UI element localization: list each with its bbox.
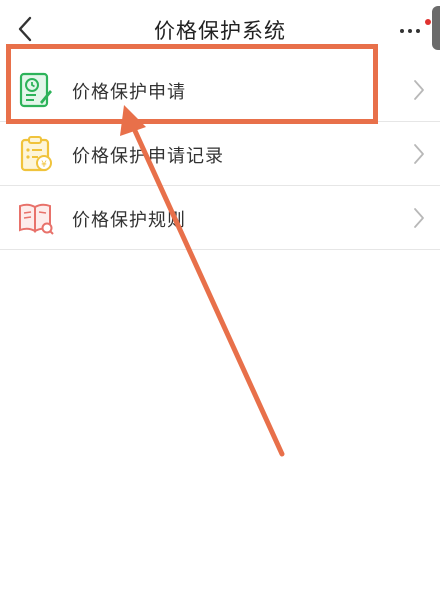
menu-item-label: 价格保护申请 <box>72 82 186 103</box>
chevron-right-icon <box>414 208 424 228</box>
page-title: 价格保护系统 <box>154 19 286 43</box>
rules-book-icon <box>19 203 54 235</box>
menu-item-label: 价格保护申请记录 <box>72 146 224 167</box>
apply-document-icon <box>19 72 52 108</box>
menu-list: 价格保护申请 ¥ 价格保护申请记录 价格保护规则 <box>0 58 440 250</box>
more-dots-icon <box>400 29 404 33</box>
more-dots-icon <box>416 29 420 33</box>
screen-edge-handle <box>432 6 440 50</box>
record-clipboard-icon: ¥ <box>20 136 52 172</box>
top-navigation-bar: 价格保护系统 <box>0 0 440 56</box>
chevron-right-icon <box>414 144 424 164</box>
svg-text:¥: ¥ <box>41 160 47 170</box>
more-dots-icon <box>408 29 412 33</box>
menu-item-price-protection-apply[interactable]: 价格保护申请 <box>0 58 440 122</box>
page: 价格保护系统 价格保护申请 ¥ 价格保护申请记录 价格保护规则 <box>0 0 440 609</box>
menu-item-price-protection-rules[interactable]: 价格保护规则 <box>0 186 440 250</box>
menu-item-label: 价格保护规则 <box>72 210 186 231</box>
chevron-right-icon <box>414 80 424 100</box>
menu-item-price-protection-records[interactable]: ¥ 价格保护申请记录 <box>0 122 440 186</box>
notification-badge <box>425 19 431 25</box>
